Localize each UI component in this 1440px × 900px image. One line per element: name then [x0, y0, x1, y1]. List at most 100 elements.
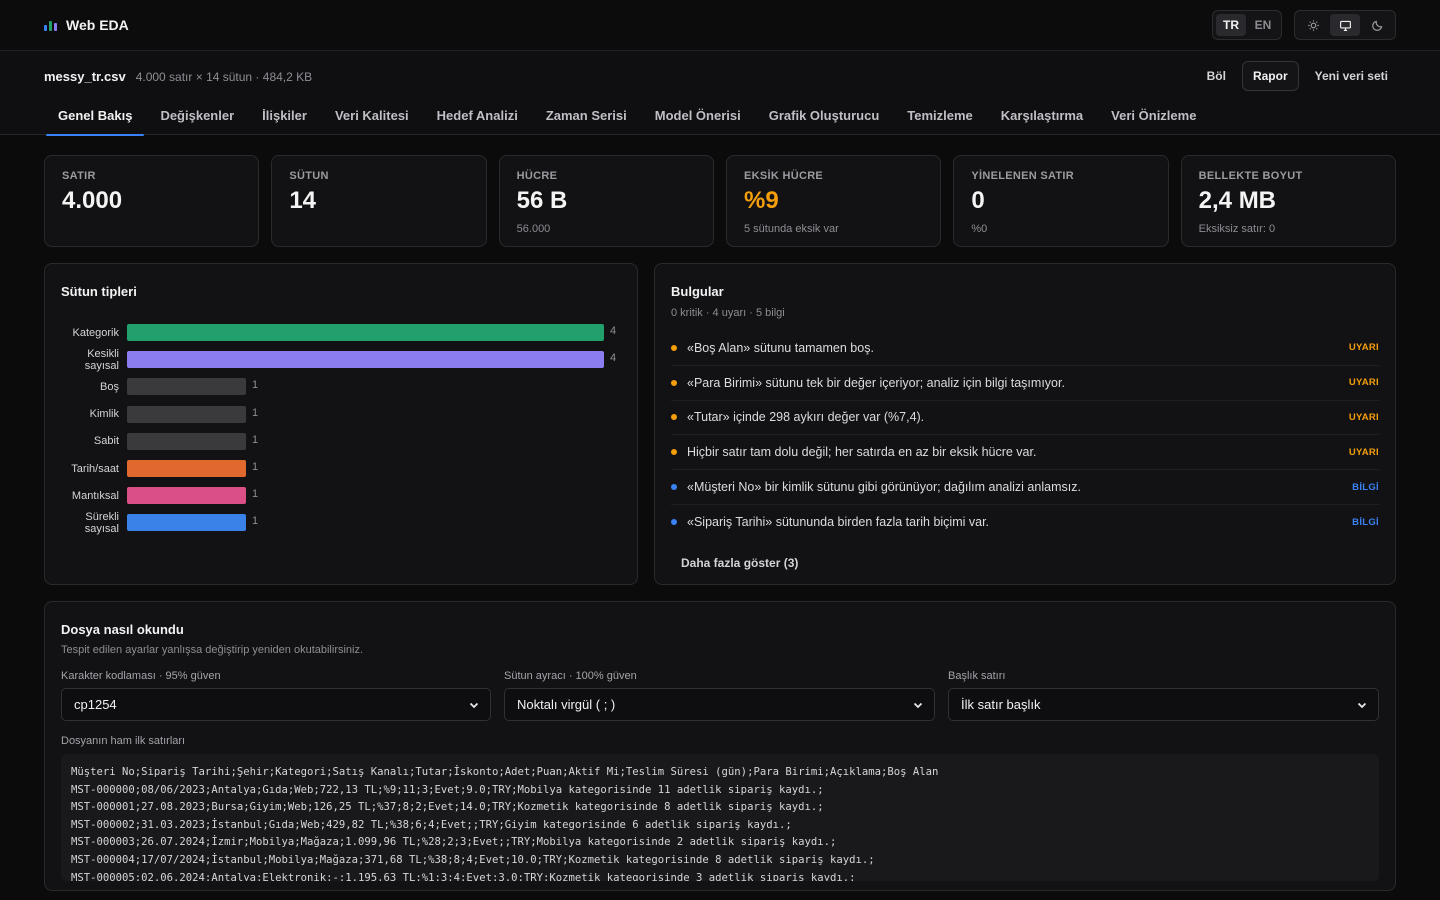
type-bar-value: 1 [252, 488, 259, 501]
panel-title: Sütun tipleri [61, 284, 137, 299]
stat-card-rows: SATIR 4.000 [44, 155, 260, 247]
language-switcher: TR EN [1212, 10, 1282, 40]
tab-cleaning[interactable]: Temizleme [893, 101, 987, 135]
type-bar-row: Kesikli sayısal 4 [61, 346, 621, 373]
header-value: İlk satır başlık [961, 697, 1041, 712]
split-button[interactable]: Böl [1199, 63, 1234, 89]
show-more-button[interactable]: Daha fazla göster (3) [681, 556, 798, 570]
sun-icon[interactable] [1298, 14, 1328, 36]
stat-card-columns: SÜTUN 14 [271, 155, 487, 247]
finding-item[interactable]: «Müşteri No» bir kimlik sütunu gibi görü… [671, 470, 1379, 505]
raw-line: MST-000005;02.06.2024;Antalya;Elektronik… [71, 871, 856, 881]
type-bar-value: 1 [252, 433, 259, 446]
separator-label: Sütun ayracı [504, 670, 566, 682]
monitor-icon[interactable] [1330, 14, 1360, 36]
stat-card-cells: HÜCRE 56 B 56.000 [498, 155, 714, 247]
stat-value: 0 [971, 187, 985, 214]
type-bar-label: Kesikli sayısal [84, 347, 119, 372]
header-label: Başlık satırı [948, 670, 1006, 682]
findings-summary: 0 kritik · 4 uyarı · 5 bilgi [671, 307, 785, 319]
finding-item[interactable]: Hiçbir satır tam dolu değil; her satırda… [671, 435, 1379, 471]
type-bar-row: Mantıksal 1 [61, 482, 621, 509]
type-bar[interactable] [127, 324, 604, 342]
file-read-panel: Dosya nasıl okundu Tespit edilen ayarlar… [44, 601, 1396, 891]
stat-sub: Eksiksiz satır: 0 [1198, 223, 1276, 235]
report-button[interactable]: Rapor [1241, 61, 1299, 91]
top-bar: Web EDA TR EN [0, 0, 1440, 51]
severity-badge: UYARI [1348, 377, 1379, 389]
type-bar-label: Mantıksal [71, 489, 119, 502]
separator-select[interactable]: Noktalı virgül ( ; ) [504, 688, 935, 721]
stat-sub: 5 sütunda eksik var [743, 223, 839, 235]
encoding-value: cp1254 [74, 697, 117, 712]
tab-variables[interactable]: Değişkenler [146, 101, 248, 135]
finding-text: «Tutar» içinde 298 aykırı değer var (%7,… [687, 410, 925, 425]
finding-text: Hiçbir satır tam dolu değil; her satırda… [687, 445, 1037, 460]
lang-en-button[interactable]: EN [1248, 14, 1278, 36]
type-bar[interactable] [127, 514, 246, 532]
type-bar[interactable] [127, 460, 246, 478]
separator-field: Sütun ayracı · 100% güven Noktalı virgül… [504, 670, 935, 721]
finding-text: «Boş Alan» sütunu tamamen boş. [687, 340, 874, 355]
severity-badge: UYARI [1348, 446, 1379, 458]
stat-label: YİNELENEN SATIR [971, 170, 1075, 182]
type-bar-row: Boş 1 [61, 373, 621, 400]
tab-comparison[interactable]: Karşılaştırma [987, 101, 1097, 135]
finding-text: «Para Birimi» sütunu tek bir değer içeri… [687, 375, 1065, 390]
finding-text: «Müşteri No» bir kimlik sütunu gibi görü… [687, 480, 1081, 495]
raw-preview[interactable]: Müşteri No;Sipariş Tarihi;Şehir;Kategori… [61, 754, 1379, 881]
column-types-panel: Sütun tipleri Kategorik 4 Kesikli sayısal 4… [44, 263, 638, 585]
tab-overview[interactable]: Genel Bakış [44, 101, 146, 136]
chevron-down-icon [469, 702, 479, 708]
finding-item[interactable]: «Para Birimi» sütunu tek bir değer içeri… [671, 366, 1379, 401]
finding-item[interactable]: «Sipariş Tarihi» sütununda birden fazla … [671, 505, 1379, 540]
file-meta: 4.000 satır × 14 sütun · 484,2 KB [135, 69, 313, 84]
type-bar[interactable] [127, 351, 604, 369]
type-bar[interactable] [127, 432, 246, 450]
tab-target-analysis[interactable]: Hedef Analizi [423, 101, 532, 135]
app-title: Web EDA [66, 17, 129, 33]
finding-item[interactable]: «Tutar» içinde 298 aykırı değer var (%7,… [671, 401, 1379, 436]
moon-icon[interactable] [1362, 14, 1392, 36]
finding-item[interactable]: «Boş Alan» sütunu tamamen boş. UYARI [671, 331, 1379, 366]
separator-value: Noktalı virgül ( ; ) [517, 697, 616, 712]
stat-label: HÜCRE [516, 170, 558, 182]
type-bar[interactable] [127, 405, 246, 423]
lang-tr-button[interactable]: TR [1216, 14, 1246, 36]
type-bar[interactable] [127, 378, 246, 396]
findings-list: «Boş Alan» sütunu tamamen boş. UYARI «Para… [671, 331, 1379, 540]
tab-chart-builder[interactable]: Grafik Oluşturucu [755, 101, 894, 135]
file-bar: messy_tr.csv 4.000 satır × 14 sütun · 48… [0, 51, 1440, 101]
tab-data-preview[interactable]: Veri Önizleme [1097, 101, 1210, 135]
finding-text: «Sipariş Tarihi» sütununda birden fazla … [687, 515, 990, 530]
stat-value: 14 [289, 187, 317, 214]
stat-value: 56 B [516, 187, 568, 214]
type-bar-label: Tarih/saat [71, 462, 119, 475]
panel-subtitle: Tespit edilen ayarlar yanlışsa değiştiri… [61, 644, 364, 656]
type-bar-value: 1 [252, 515, 259, 528]
stat-label: SÜTUN [289, 170, 329, 182]
stat-sub: 56.000 [516, 223, 551, 235]
header-field: Başlık satırı İlk satır başlık [948, 670, 1379, 721]
type-bar-row: Sürekli sayısal 1 [61, 509, 621, 536]
type-bar[interactable] [127, 487, 246, 505]
new-dataset-button[interactable]: Yeni veri seti [1307, 63, 1396, 89]
separator-confidence: · 100% güven [568, 670, 637, 682]
type-bar-value: 1 [252, 461, 259, 474]
raw-line: Müşteri No;Sipariş Tarihi;Şehir;Kategori… [71, 766, 939, 778]
raw-line: MST-000000;08/06/2023;Antalya;Gıda;Web;7… [71, 783, 824, 796]
tab-model-suggestion[interactable]: Model Önerisi [641, 101, 755, 135]
encoding-select[interactable]: cp1254 [61, 688, 491, 721]
tab-bar: Genel Bakış Değişkenler İlişkiler Veri K… [0, 101, 1440, 136]
type-bar-label: Boş [100, 380, 119, 393]
header-select[interactable]: İlk satır başlık [948, 688, 1379, 721]
tab-time-series[interactable]: Zaman Serisi [532, 101, 641, 135]
type-bar-label: Sürekli sayısal [84, 510, 119, 535]
tab-relations[interactable]: İlişkiler [248, 101, 321, 135]
panel-title: Dosya nasıl okundu [61, 622, 184, 637]
stat-label: EKSİK HÜCRE [743, 170, 824, 182]
brand[interactable]: Web EDA [44, 17, 129, 33]
tab-data-quality[interactable]: Veri Kalitesi [321, 101, 423, 135]
severity-badge: UYARI [1348, 411, 1379, 423]
stat-cards: SATIR 4.000 SÜTUN 14 HÜCRE 56 B 56.000 E… [44, 155, 1396, 247]
